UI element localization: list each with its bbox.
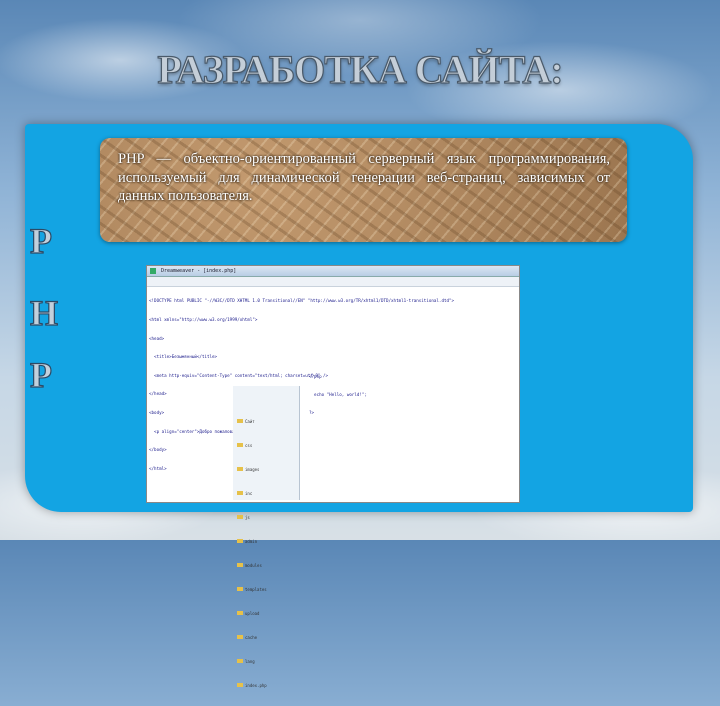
editor-window-title: Dreamweaver - [index.php] (161, 268, 237, 274)
folder-icon (237, 635, 243, 639)
files-panel: Сайт css images inc js admin modules tem… (233, 386, 300, 688)
folder-icon (237, 491, 243, 495)
code-line: <title>Безымянный</title> (149, 354, 218, 360)
side-letter-2: H (29, 292, 59, 333)
folder-icon (237, 587, 243, 591)
slide-title: РАЗРАБОТКА САЙТА: (157, 46, 564, 92)
tree-item: modules (237, 562, 267, 570)
code-line: <p align="center">Добро пожаловать!</p> (149, 428, 253, 434)
app-icon (150, 268, 156, 274)
php-code-view: <?php echo "Hello, world!"; ?> (309, 362, 367, 428)
tree-item: lang (237, 658, 267, 666)
tree-item: index.php (237, 682, 267, 690)
tree-item: Сайт (237, 418, 267, 426)
tree-item: css (237, 442, 267, 450)
folder-icon (237, 611, 243, 615)
side-letter-3: P (29, 354, 52, 395)
code-line: </body> (149, 447, 167, 453)
code-line: <body> (149, 410, 165, 416)
code-line: <?php (309, 374, 322, 379)
folder-icon (237, 515, 243, 519)
tree-item: upload (237, 610, 267, 618)
code-line: <meta http-equiv="Content-Type" content=… (149, 372, 328, 378)
code-line: <head> (149, 335, 165, 341)
tree-item: images (237, 466, 267, 474)
folder-icon (237, 659, 243, 663)
tree-item: js (237, 514, 267, 522)
folder-icon (237, 467, 243, 471)
tree-item: templates (237, 586, 267, 594)
tree-item: cache (237, 634, 267, 642)
folder-icon (237, 419, 243, 423)
code-line: echo "Hello, world!"; (309, 392, 367, 397)
php-definition-text: PHP — объектно-ориентированный серверный… (118, 151, 610, 204)
code-line: </head> (149, 391, 167, 397)
folder-icon (237, 443, 243, 447)
code-line: <!DOCTYPE html PUBLIC "-//W3C//DTD XHTML… (149, 298, 455, 304)
editor-titlebar: Dreamweaver - [index.php] (147, 266, 519, 277)
code-line: </html> (149, 465, 167, 471)
file-tree: Сайт css images inc js admin modules tem… (237, 402, 267, 706)
tree-item: admin (237, 538, 267, 546)
tree-item: inc (237, 490, 267, 498)
editor-screenshot: Dreamweaver - [index.php] <!DOCTYPE html… (146, 265, 520, 688)
folder-icon (237, 683, 243, 687)
side-letter-1: P (29, 220, 52, 261)
code-line: <html xmlns="http://www.w3.org/1999/xhtm… (149, 317, 258, 323)
folder-icon (237, 563, 243, 567)
code-view: <!DOCTYPE html PUBLIC "-//W3C//DTD XHTML… (149, 286, 454, 485)
code-line: ?> (309, 410, 315, 415)
